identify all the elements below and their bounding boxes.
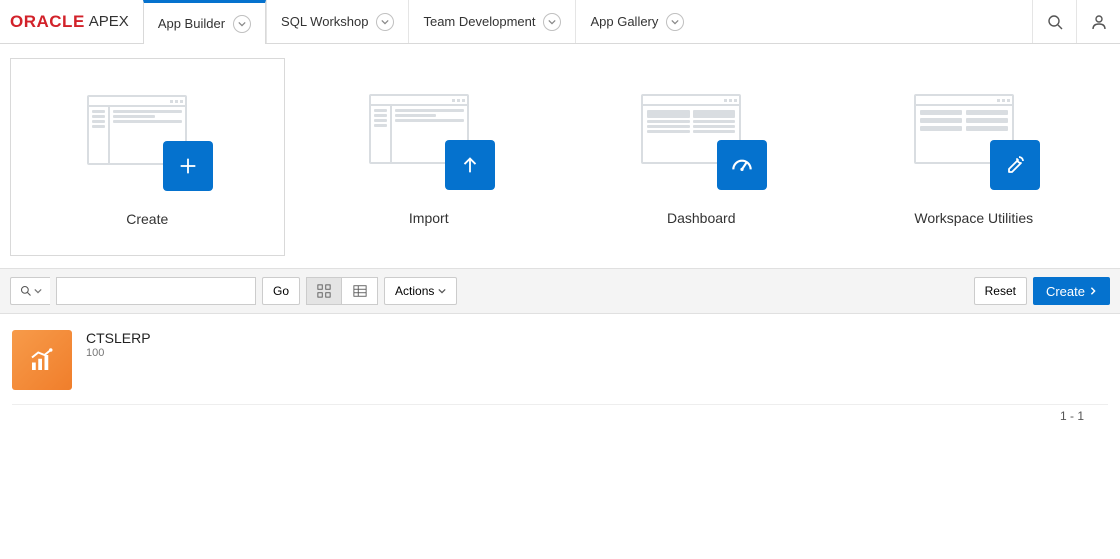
chevron-down-icon[interactable]: [233, 15, 251, 33]
chevron-down-icon[interactable]: [376, 13, 394, 31]
arrow-up-icon: [445, 140, 495, 190]
app-meta: CTSLERP 100: [86, 330, 151, 359]
pagination: 1 - 1: [12, 404, 1108, 439]
reset-button[interactable]: Reset: [974, 277, 1027, 305]
wrench-icon: [990, 140, 1040, 190]
card-graphic: [641, 94, 761, 184]
card-create[interactable]: Create: [10, 58, 285, 256]
view-list-icon[interactable]: [342, 277, 378, 305]
card-graphic: [369, 94, 489, 184]
chevron-down-icon[interactable]: [543, 13, 561, 31]
header-icons: [1032, 0, 1120, 43]
chevron-down-icon[interactable]: [666, 13, 684, 31]
card-label: Create: [126, 211, 168, 227]
gauge-icon: [717, 140, 767, 190]
search-input[interactable]: [56, 277, 256, 305]
brand-logo[interactable]: ORACLE APEX: [0, 0, 143, 43]
nav-tab-sql-workshop[interactable]: SQL Workshop: [266, 0, 408, 43]
nav-tab-app-builder[interactable]: App Builder: [143, 0, 266, 44]
app-item[interactable]: CTSLERP 100: [12, 330, 1108, 390]
nav-tab-team-development[interactable]: Team Development: [408, 0, 575, 43]
view-toggle: [306, 277, 378, 305]
card-dashboard[interactable]: Dashboard: [565, 58, 838, 256]
app-name: CTSLERP: [86, 330, 151, 346]
chevron-right-icon: [1089, 286, 1097, 296]
nav-tab-label: SQL Workshop: [281, 14, 368, 29]
card-graphic: [87, 95, 207, 185]
brand-oracle: ORACLE: [10, 12, 85, 32]
nav-tab-app-gallery[interactable]: App Gallery: [575, 0, 698, 43]
plus-icon: [163, 141, 213, 191]
nav-tab-label: Team Development: [423, 14, 535, 29]
nav-tab-label: App Gallery: [590, 14, 658, 29]
action-cards: Create Import: [0, 44, 1120, 268]
actions-button[interactable]: Actions: [384, 277, 457, 305]
view-grid-icon[interactable]: [306, 277, 342, 305]
card-graphic: [914, 94, 1034, 184]
nav-tabs: App Builder SQL Workshop Team Developmen…: [143, 0, 699, 43]
card-workspace-utilities[interactable]: Workspace Utilities: [838, 58, 1111, 256]
card-label: Workspace Utilities: [914, 210, 1033, 226]
go-button[interactable]: Go: [262, 277, 300, 305]
go-label: Go: [273, 284, 289, 298]
search-icon[interactable]: [1032, 0, 1076, 43]
card-import[interactable]: Import: [293, 58, 566, 256]
pagination-text: 1 - 1: [1060, 409, 1084, 423]
create-button[interactable]: Create: [1033, 277, 1110, 305]
create-label: Create: [1046, 284, 1085, 299]
actions-label: Actions: [395, 284, 434, 298]
user-icon[interactable]: [1076, 0, 1120, 43]
header: ORACLE APEX App Builder SQL Workshop Tea…: [0, 0, 1120, 44]
search-column-selector[interactable]: [10, 277, 50, 305]
nav-tab-label: App Builder: [158, 16, 225, 31]
brand-apex: APEX: [89, 13, 129, 30]
chevron-down-icon: [438, 287, 446, 295]
card-label: Import: [409, 210, 449, 226]
reset-label: Reset: [985, 284, 1016, 298]
report-toolbar: Go Actions Reset Create: [0, 268, 1120, 314]
card-label: Dashboard: [667, 210, 736, 226]
app-list: CTSLERP 100 1 - 1: [0, 314, 1120, 455]
app-id: 100: [86, 347, 151, 359]
app-chart-icon: [12, 330, 72, 390]
